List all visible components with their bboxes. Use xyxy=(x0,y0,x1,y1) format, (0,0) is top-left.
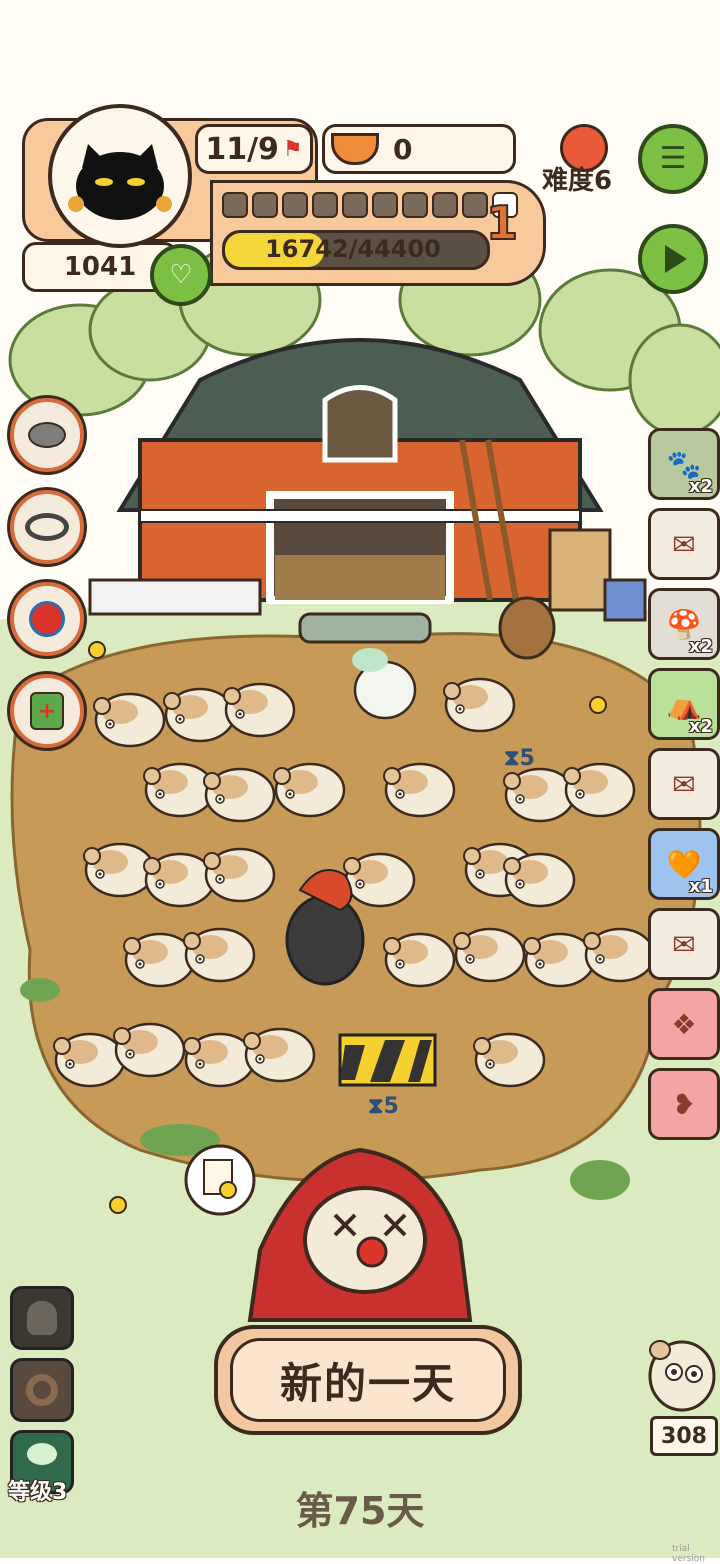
progress-segment xyxy=(252,192,278,218)
medkit-icon: + xyxy=(30,692,64,730)
play-button[interactable] xyxy=(638,224,708,294)
blessing-slot-2[interactable] xyxy=(10,1358,74,1422)
inventory-item-paw-card[interactable]: 🐾 x2 xyxy=(648,428,720,500)
inventory-item-envelope[interactable]: ✉ xyxy=(648,908,720,980)
cat-silhouette-icon xyxy=(27,1301,57,1335)
menu-button[interactable]: ☰ xyxy=(638,124,708,194)
frog-icon xyxy=(27,1443,57,1465)
progress-segment xyxy=(372,192,398,218)
inventory-count: x2 xyxy=(688,636,713,657)
day-progress-text: 11/9 xyxy=(205,131,279,167)
coin-count: 0 xyxy=(393,132,413,166)
progress-segment xyxy=(462,192,488,218)
level-number: 1 xyxy=(485,195,519,251)
progress-segment xyxy=(282,192,308,218)
inventory-item-orange-bag[interactable]: 🧡 x1 xyxy=(648,828,720,900)
blessing-slot-1[interactable] xyxy=(10,1286,74,1350)
inventory-item-tent[interactable]: ⛺ x2 xyxy=(648,668,720,740)
progress-segment xyxy=(342,192,368,218)
avatar[interactable] xyxy=(48,104,192,248)
inventory-count: x2 xyxy=(688,476,713,497)
inventory-item-envelope[interactable]: ✉ xyxy=(648,748,720,820)
inventory-item-envelope[interactable]: ✉ xyxy=(648,508,720,580)
envelope-icon: ✉ xyxy=(672,527,696,561)
difficulty-label: 难度6 xyxy=(542,166,613,196)
inventory-count: x1 xyxy=(688,876,713,897)
ornament-icon: ❖ xyxy=(671,1007,697,1041)
rat-gift-icon: ❥ xyxy=(672,1087,696,1121)
toy-icon xyxy=(29,601,65,637)
inventory-count: x2 xyxy=(688,716,713,737)
bowl-icon xyxy=(28,422,66,448)
flag-icon: ⚑ xyxy=(282,136,303,162)
inventory-item-rat-gift[interactable]: ❥ xyxy=(648,1068,720,1140)
black-cat-icon xyxy=(68,144,172,220)
donut-icon xyxy=(26,1374,58,1406)
heart-button[interactable]: ♡ xyxy=(150,244,212,306)
new-day-label: 新的一天 xyxy=(279,1358,456,1408)
progress-segment xyxy=(402,192,428,218)
timer-bottom: ⧗5 xyxy=(368,1094,399,1119)
inventory-item-ornament[interactable]: ❖ xyxy=(648,988,720,1060)
envelope-icon: ✉ xyxy=(672,767,696,801)
collar-icon xyxy=(25,513,69,541)
heart-icon: ♡ xyxy=(169,260,193,290)
equip-medkit[interactable]: + xyxy=(10,674,84,748)
hearts-count: 1041 xyxy=(63,252,137,282)
rat-count-box[interactable]: 308 xyxy=(650,1416,718,1456)
coin-box: 0 xyxy=(322,124,516,174)
day-counter: 第75天 xyxy=(295,1489,425,1533)
play-icon xyxy=(665,245,687,273)
progress-segment xyxy=(222,192,248,218)
inventory-item-mushroom[interactable]: 🍄 x2 xyxy=(648,588,720,660)
rat-counter-icon xyxy=(640,1332,716,1418)
bowl-icon xyxy=(331,133,379,165)
timer-top: ⧗5 xyxy=(504,746,535,771)
menu-icon: ☰ xyxy=(659,141,687,176)
progress-segment xyxy=(432,192,458,218)
equip-collar[interactable] xyxy=(10,490,84,564)
xp-text: 16742/44400 xyxy=(265,235,441,263)
envelope-icon: ✉ xyxy=(672,927,696,961)
equip-bowl[interactable] xyxy=(10,398,84,472)
progress-segment xyxy=(312,192,338,218)
new-day-button[interactable]: 新的一天 xyxy=(214,1325,522,1435)
watermark: trial version xyxy=(672,1544,705,1564)
progress-segments xyxy=(222,192,518,218)
rat-count: 308 xyxy=(661,1423,707,1449)
equip-toy[interactable] xyxy=(10,582,84,656)
day-progress-box: 11/9 ⚑ xyxy=(195,124,313,174)
